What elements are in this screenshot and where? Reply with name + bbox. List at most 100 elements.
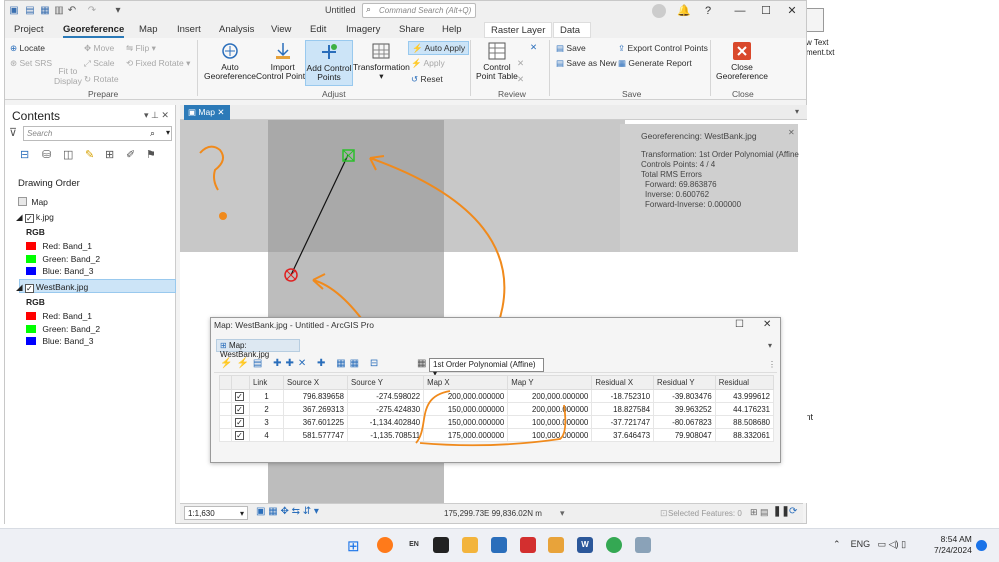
- table-cell[interactable]: 2: [249, 402, 284, 416]
- arcgis-pro-icon[interactable]: [491, 537, 507, 553]
- column-header-residual-y[interactable]: Residual Y: [653, 375, 716, 390]
- row-checkbox[interactable]: ✓: [231, 428, 250, 442]
- minimize-button[interactable]: —: [732, 3, 748, 19]
- tab-georeference[interactable]: Georeference: [63, 24, 125, 38]
- list-by-editing-icon[interactable]: ✎: [85, 148, 94, 161]
- layer-visibility-checkbox[interactable]: ✓: [24, 214, 34, 223]
- table-cell[interactable]: 43.999612: [714, 389, 775, 403]
- dialog-maximize-button[interactable]: ☐: [735, 319, 744, 330]
- dialog-close-button[interactable]: ✕: [763, 319, 771, 330]
- table-toolbar-icons[interactable]: ⚡⚡▤ ✚✚✕ ✚ ▦▦ ⊟: [220, 358, 382, 369]
- table-cell[interactable]: 39.963252: [653, 402, 716, 416]
- checkbox[interactable]: ✓: [235, 392, 244, 401]
- save-icon[interactable]: ▥: [53, 5, 65, 16]
- auto-apply-toggle[interactable]: ⚡ Auto Apply: [408, 41, 470, 55]
- table-cell[interactable]: 88.332061: [714, 428, 775, 442]
- tab-overflow-icon[interactable]: ▾: [795, 107, 799, 116]
- tab-data[interactable]: Data: [553, 22, 591, 38]
- list-by-perspective-icon[interactable]: ⚑: [146, 148, 156, 161]
- list-by-data-source-icon[interactable]: ⛁: [42, 148, 51, 161]
- fit-to-display-button[interactable]: Fit to Display: [54, 66, 82, 86]
- auto-georeference-button[interactable]: Auto Georeference: [204, 41, 256, 81]
- map-node[interactable]: Map: [18, 197, 48, 207]
- tab-insert[interactable]: Insert: [177, 24, 201, 35]
- column-header-residual-x[interactable]: Residual X: [591, 375, 655, 390]
- system-tray[interactable]: ⌃ ENG ▭ ◁) ▯: [833, 539, 906, 550]
- transformation-dropdown[interactable]: Transformation ▾: [353, 41, 410, 81]
- save-as-new-button[interactable]: ▤ Save as New: [556, 58, 617, 68]
- row-checkbox[interactable]: ✓: [231, 389, 250, 403]
- help-icon[interactable]: ?: [700, 3, 716, 19]
- table-cell[interactable]: 79.908047: [653, 428, 716, 442]
- list-by-labeling-icon[interactable]: ✐: [126, 148, 135, 161]
- locate-button[interactable]: ⊕ Locate: [10, 43, 45, 53]
- row-header[interactable]: [219, 415, 232, 429]
- apply-button[interactable]: ⚡ Apply: [411, 58, 445, 68]
- notification-icon[interactable]: 🔔: [676, 3, 692, 19]
- table-cell[interactable]: 4: [249, 428, 284, 442]
- add-control-points-button[interactable]: Add Control Points: [305, 40, 353, 86]
- review-tool2-icon[interactable]: ✕: [517, 58, 524, 68]
- table-cell[interactable]: 1: [249, 389, 284, 403]
- search-options-icon[interactable]: ▾: [166, 128, 170, 137]
- notification-badge-icon[interactable]: [976, 540, 987, 551]
- tab-raster-layer[interactable]: Raster Layer: [484, 22, 553, 38]
- layer-visibility-checkbox[interactable]: ✓: [24, 284, 34, 293]
- row-checkbox[interactable]: ✓: [231, 415, 250, 429]
- info-box-close-icon[interactable]: ✕: [788, 128, 795, 137]
- desktop-file-icon[interactable]: [806, 8, 824, 32]
- row-checkbox[interactable]: ✓: [231, 402, 250, 416]
- export-control-points-button[interactable]: ⇪ Export Control Points: [618, 43, 708, 53]
- set-srs-button[interactable]: ⊛ Set SRS: [10, 58, 52, 68]
- redo-icon[interactable]: ↷: [86, 5, 98, 16]
- save-button[interactable]: ▤ Save: [556, 43, 586, 53]
- new-project-icon[interactable]: ▣: [8, 5, 20, 16]
- table-options-icon[interactable]: ⋮: [768, 360, 776, 369]
- control-point-table-button[interactable]: Control Point Table: [476, 41, 518, 81]
- acrobat-icon[interactable]: [520, 537, 536, 553]
- map-tools-icons[interactable]: ▣ ▦ ✥ ⇆ ⇵ ▾: [256, 506, 319, 517]
- language-bar-icon[interactable]: EN: [406, 537, 422, 553]
- tab-view[interactable]: View: [271, 24, 291, 35]
- status-tools-icons[interactable]: ⊞ ▤: [750, 507, 769, 518]
- chevron-up-icon[interactable]: ⌃: [833, 539, 841, 549]
- rotate-button[interactable]: ↻ Rotate: [84, 74, 119, 84]
- review-tool-icon[interactable]: ✕: [530, 42, 537, 52]
- row-header[interactable]: [219, 428, 232, 442]
- close-georeference-button[interactable]: Close Georeference: [716, 41, 768, 81]
- list-by-selection-icon[interactable]: ◫: [63, 148, 73, 161]
- checkbox[interactable]: ✓: [235, 405, 244, 414]
- tab-imagery[interactable]: Imagery: [346, 24, 380, 35]
- scale-dropdown[interactable]: 1:1,630 ▾: [184, 506, 248, 520]
- map-tab[interactable]: ▣ Map ✕: [184, 105, 230, 120]
- tab-edit[interactable]: Edit: [310, 24, 326, 35]
- checkbox[interactable]: ✓: [235, 431, 244, 440]
- table-cell[interactable]: 88.508680: [714, 415, 775, 429]
- paint-icon[interactable]: [635, 537, 651, 553]
- open-icon[interactable]: ▤: [24, 5, 36, 16]
- column-header-checkbox[interactable]: [231, 375, 250, 390]
- dialog-tab-menu-icon[interactable]: ▾: [768, 341, 772, 350]
- battery-icon[interactable]: ▯: [901, 539, 906, 549]
- tab-analysis[interactable]: Analysis: [219, 24, 254, 35]
- start-icon[interactable]: ⊞: [347, 537, 360, 555]
- word-icon[interactable]: W: [577, 537, 593, 553]
- photos-icon[interactable]: [548, 537, 564, 553]
- customize-icon[interactable]: ▾: [112, 5, 124, 16]
- generate-report-button[interactable]: ▦ Generate Report: [618, 58, 692, 68]
- firefox-icon[interactable]: [377, 537, 393, 553]
- chrome-icon[interactable]: [606, 537, 622, 553]
- pane-options-icon[interactable]: ▾ ⊥ ✕: [144, 110, 169, 121]
- user-avatar-icon[interactable]: [652, 4, 666, 18]
- app-icon-black[interactable]: [433, 537, 449, 553]
- row-header[interactable]: [219, 389, 232, 403]
- table-cell[interactable]: -18.752310: [591, 389, 655, 403]
- table-cell[interactable]: -80.067823: [653, 415, 716, 429]
- flip-button[interactable]: ⇋ Flip ▾: [126, 43, 156, 53]
- refresh-button[interactable]: ⟳: [789, 506, 797, 517]
- move-button[interactable]: ✥ Move: [84, 43, 114, 53]
- list-by-snapping-icon[interactable]: ⊞: [105, 148, 114, 161]
- table-cell[interactable]: 367.601225: [283, 415, 348, 429]
- table-cell[interactable]: -37.721747: [591, 415, 655, 429]
- pause-drawing-button[interactable]: ❚❚: [773, 506, 790, 517]
